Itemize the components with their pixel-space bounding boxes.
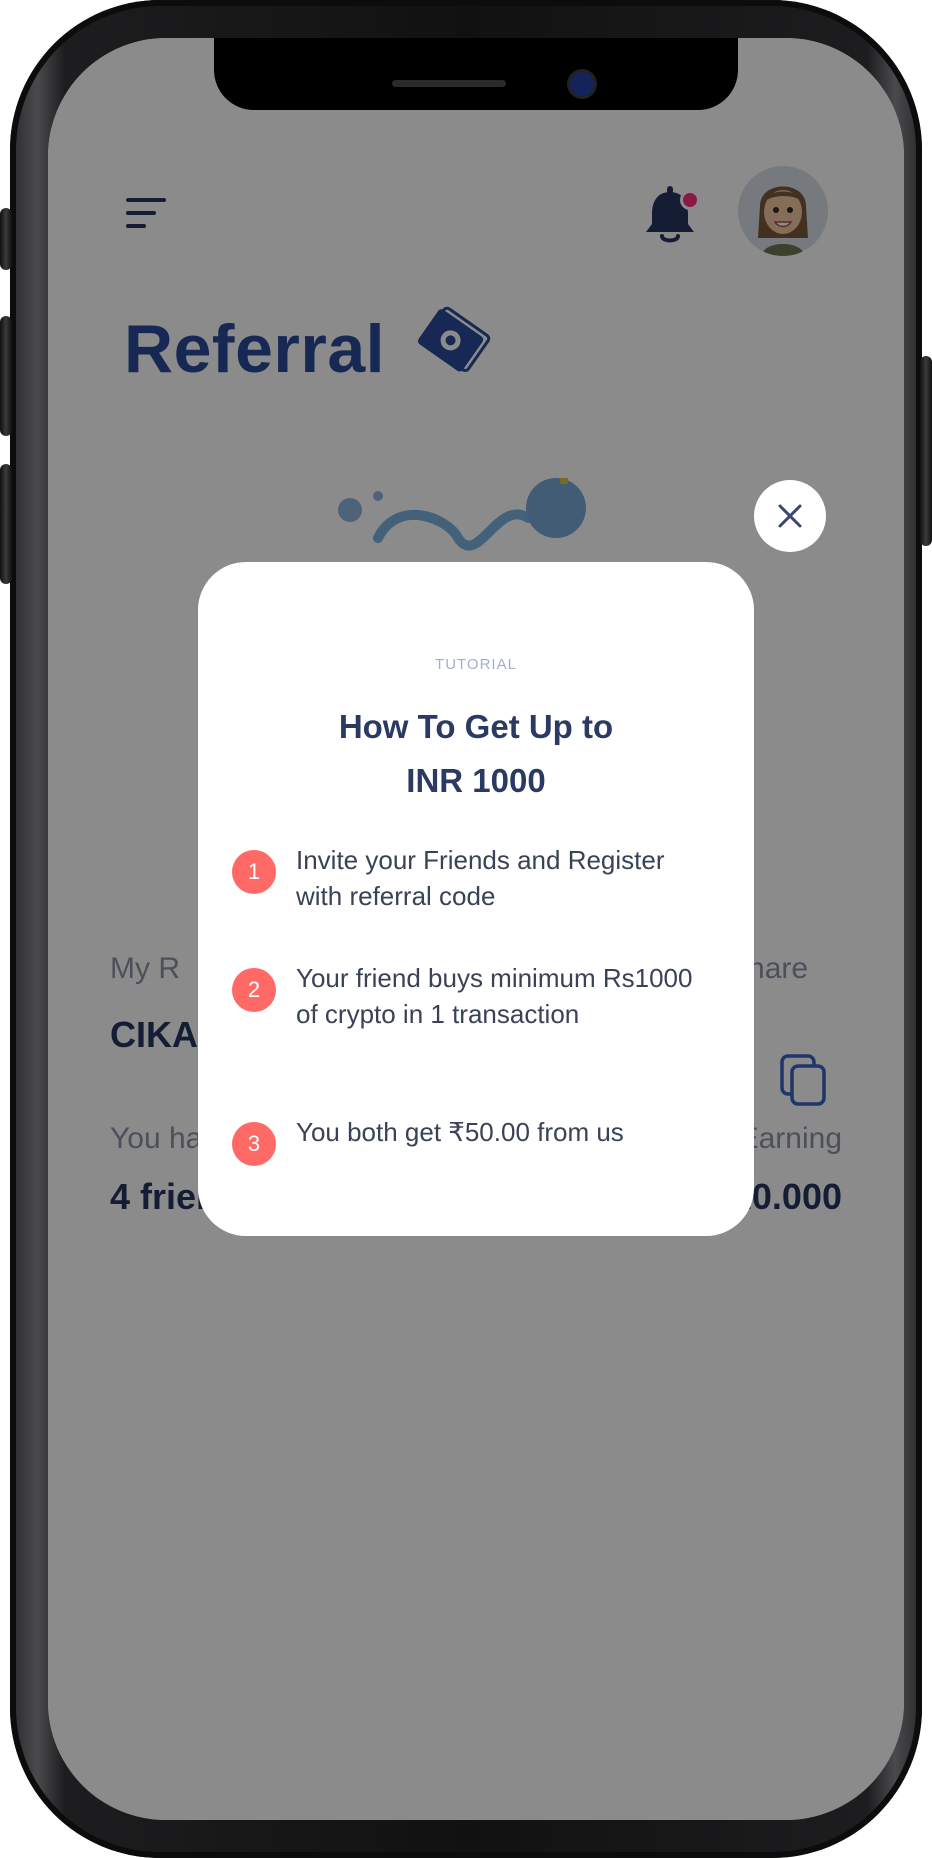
tutorial-modal: TUTORIAL How To Get Up to INR 1000 1 Inv… xyxy=(198,562,754,1236)
step-number-badge: 1 xyxy=(232,850,276,894)
step-text: You both get ₹50.00 from us xyxy=(296,1117,624,1147)
mute-switch xyxy=(0,208,12,270)
modal-title: How To Get Up to INR 1000 xyxy=(238,700,714,808)
notch xyxy=(214,38,738,110)
phone-frame: Referral My R Share CIKA You Earning 4 f… xyxy=(0,0,932,1858)
step-number-badge: 3 xyxy=(232,1122,276,1166)
power-button xyxy=(920,356,932,546)
step-text: Your friend buys minimum Rs1000 of crypt… xyxy=(296,963,693,1029)
step-text: Invite your Friends and Register with re… xyxy=(296,845,665,911)
speaker-grille xyxy=(392,80,506,87)
step-number-badge: 2 xyxy=(232,968,276,1012)
modal-title-line1: How To Get Up to xyxy=(338,708,614,745)
volume-up-button xyxy=(0,316,12,436)
close-button[interactable] xyxy=(754,480,826,552)
modal-title-line2: INR 1000 xyxy=(406,762,546,799)
phone-screen: Referral My R Share CIKA You Earning 4 f… xyxy=(48,38,904,1820)
close-icon xyxy=(778,504,802,528)
modal-kicker: TUTORIAL xyxy=(435,656,517,673)
front-camera-icon xyxy=(570,72,594,96)
volume-down-button xyxy=(0,464,12,584)
